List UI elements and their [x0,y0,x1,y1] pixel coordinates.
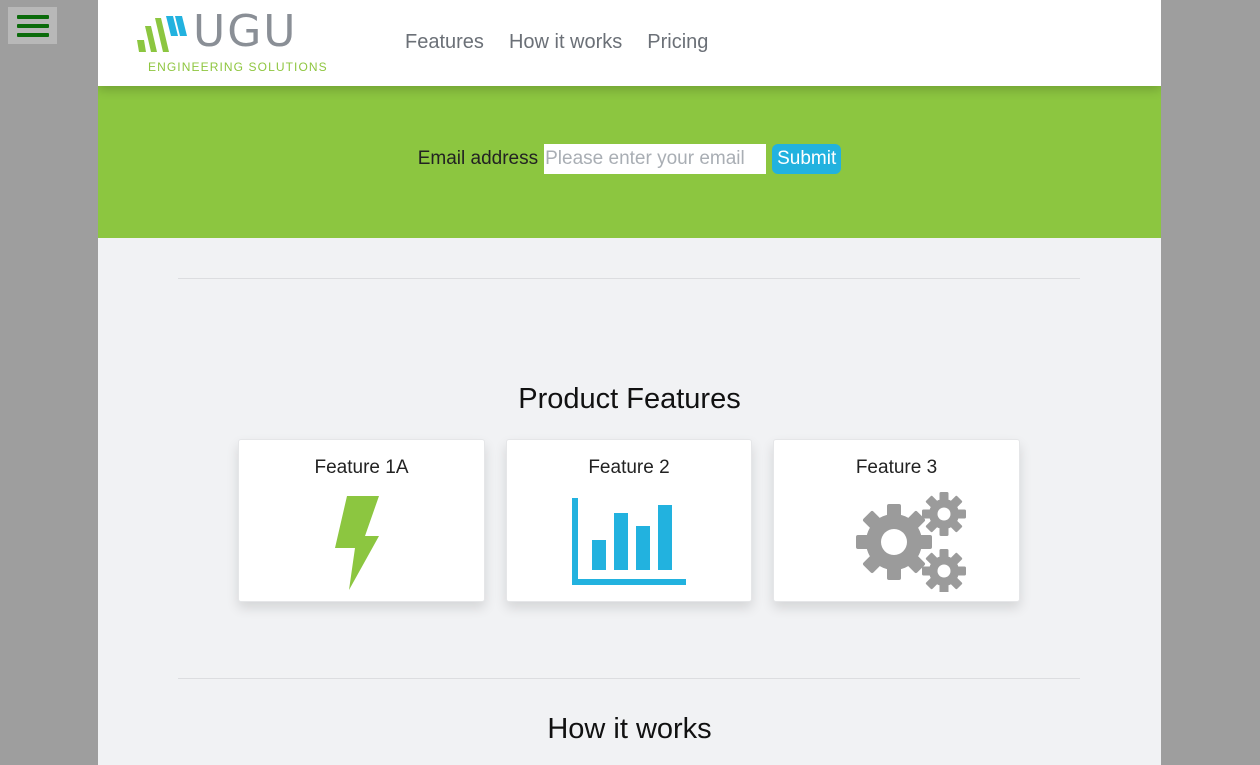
how-it-works-heading: How it works [547,713,712,745]
section-divider [178,678,1080,679]
navbar: UGU ENGINEERING SOLUTIONS Features How i… [98,0,1161,86]
lightning-bolt-icon [334,496,379,590]
hamburger-menu-icon[interactable] [8,7,57,44]
feature-card-title: Feature 1A [314,457,409,478]
main-nav: Features How it works Pricing [405,31,708,54]
email-input[interactable] [544,144,767,174]
signup-form: Email address Submit [418,144,842,174]
nav-link-pricing[interactable]: Pricing [647,31,708,54]
section-divider [178,278,1080,279]
feature-card-title: Feature 2 [588,457,670,478]
logo-mark-icon [137,16,187,52]
feature-card-title: Feature 3 [855,457,938,478]
nav-link-how-it-works[interactable]: How it works [509,31,622,54]
signup-banner: Email address Submit [98,86,1161,238]
brand-name: UGU [193,6,298,57]
feature-cards: Feature 1A Feature 2 Feature 3 [238,439,1020,602]
feature-card-3[interactable]: Feature 3 [773,439,1020,602]
brand-logo[interactable]: UGU ENGINEERING SOLUTIONS [133,6,328,76]
brand-tagline: ENGINEERING SOLUTIONS [148,60,328,74]
menu-bar [16,32,49,37]
feature-card-1[interactable]: Feature 1A [238,439,485,602]
menu-bar [16,23,49,28]
nav-link-features[interactable]: Features [405,31,484,54]
menu-bar [16,14,49,19]
gears-icon [855,492,966,592]
submit-button[interactable]: Submit [772,144,842,174]
features-heading: Product Features [518,383,741,415]
bar-chart-icon [572,498,686,585]
feature-card-2[interactable]: Feature 2 [506,439,752,602]
email-label: Email address [417,148,539,169]
page: UGU ENGINEERING SOLUTIONS Features How i… [98,0,1161,765]
